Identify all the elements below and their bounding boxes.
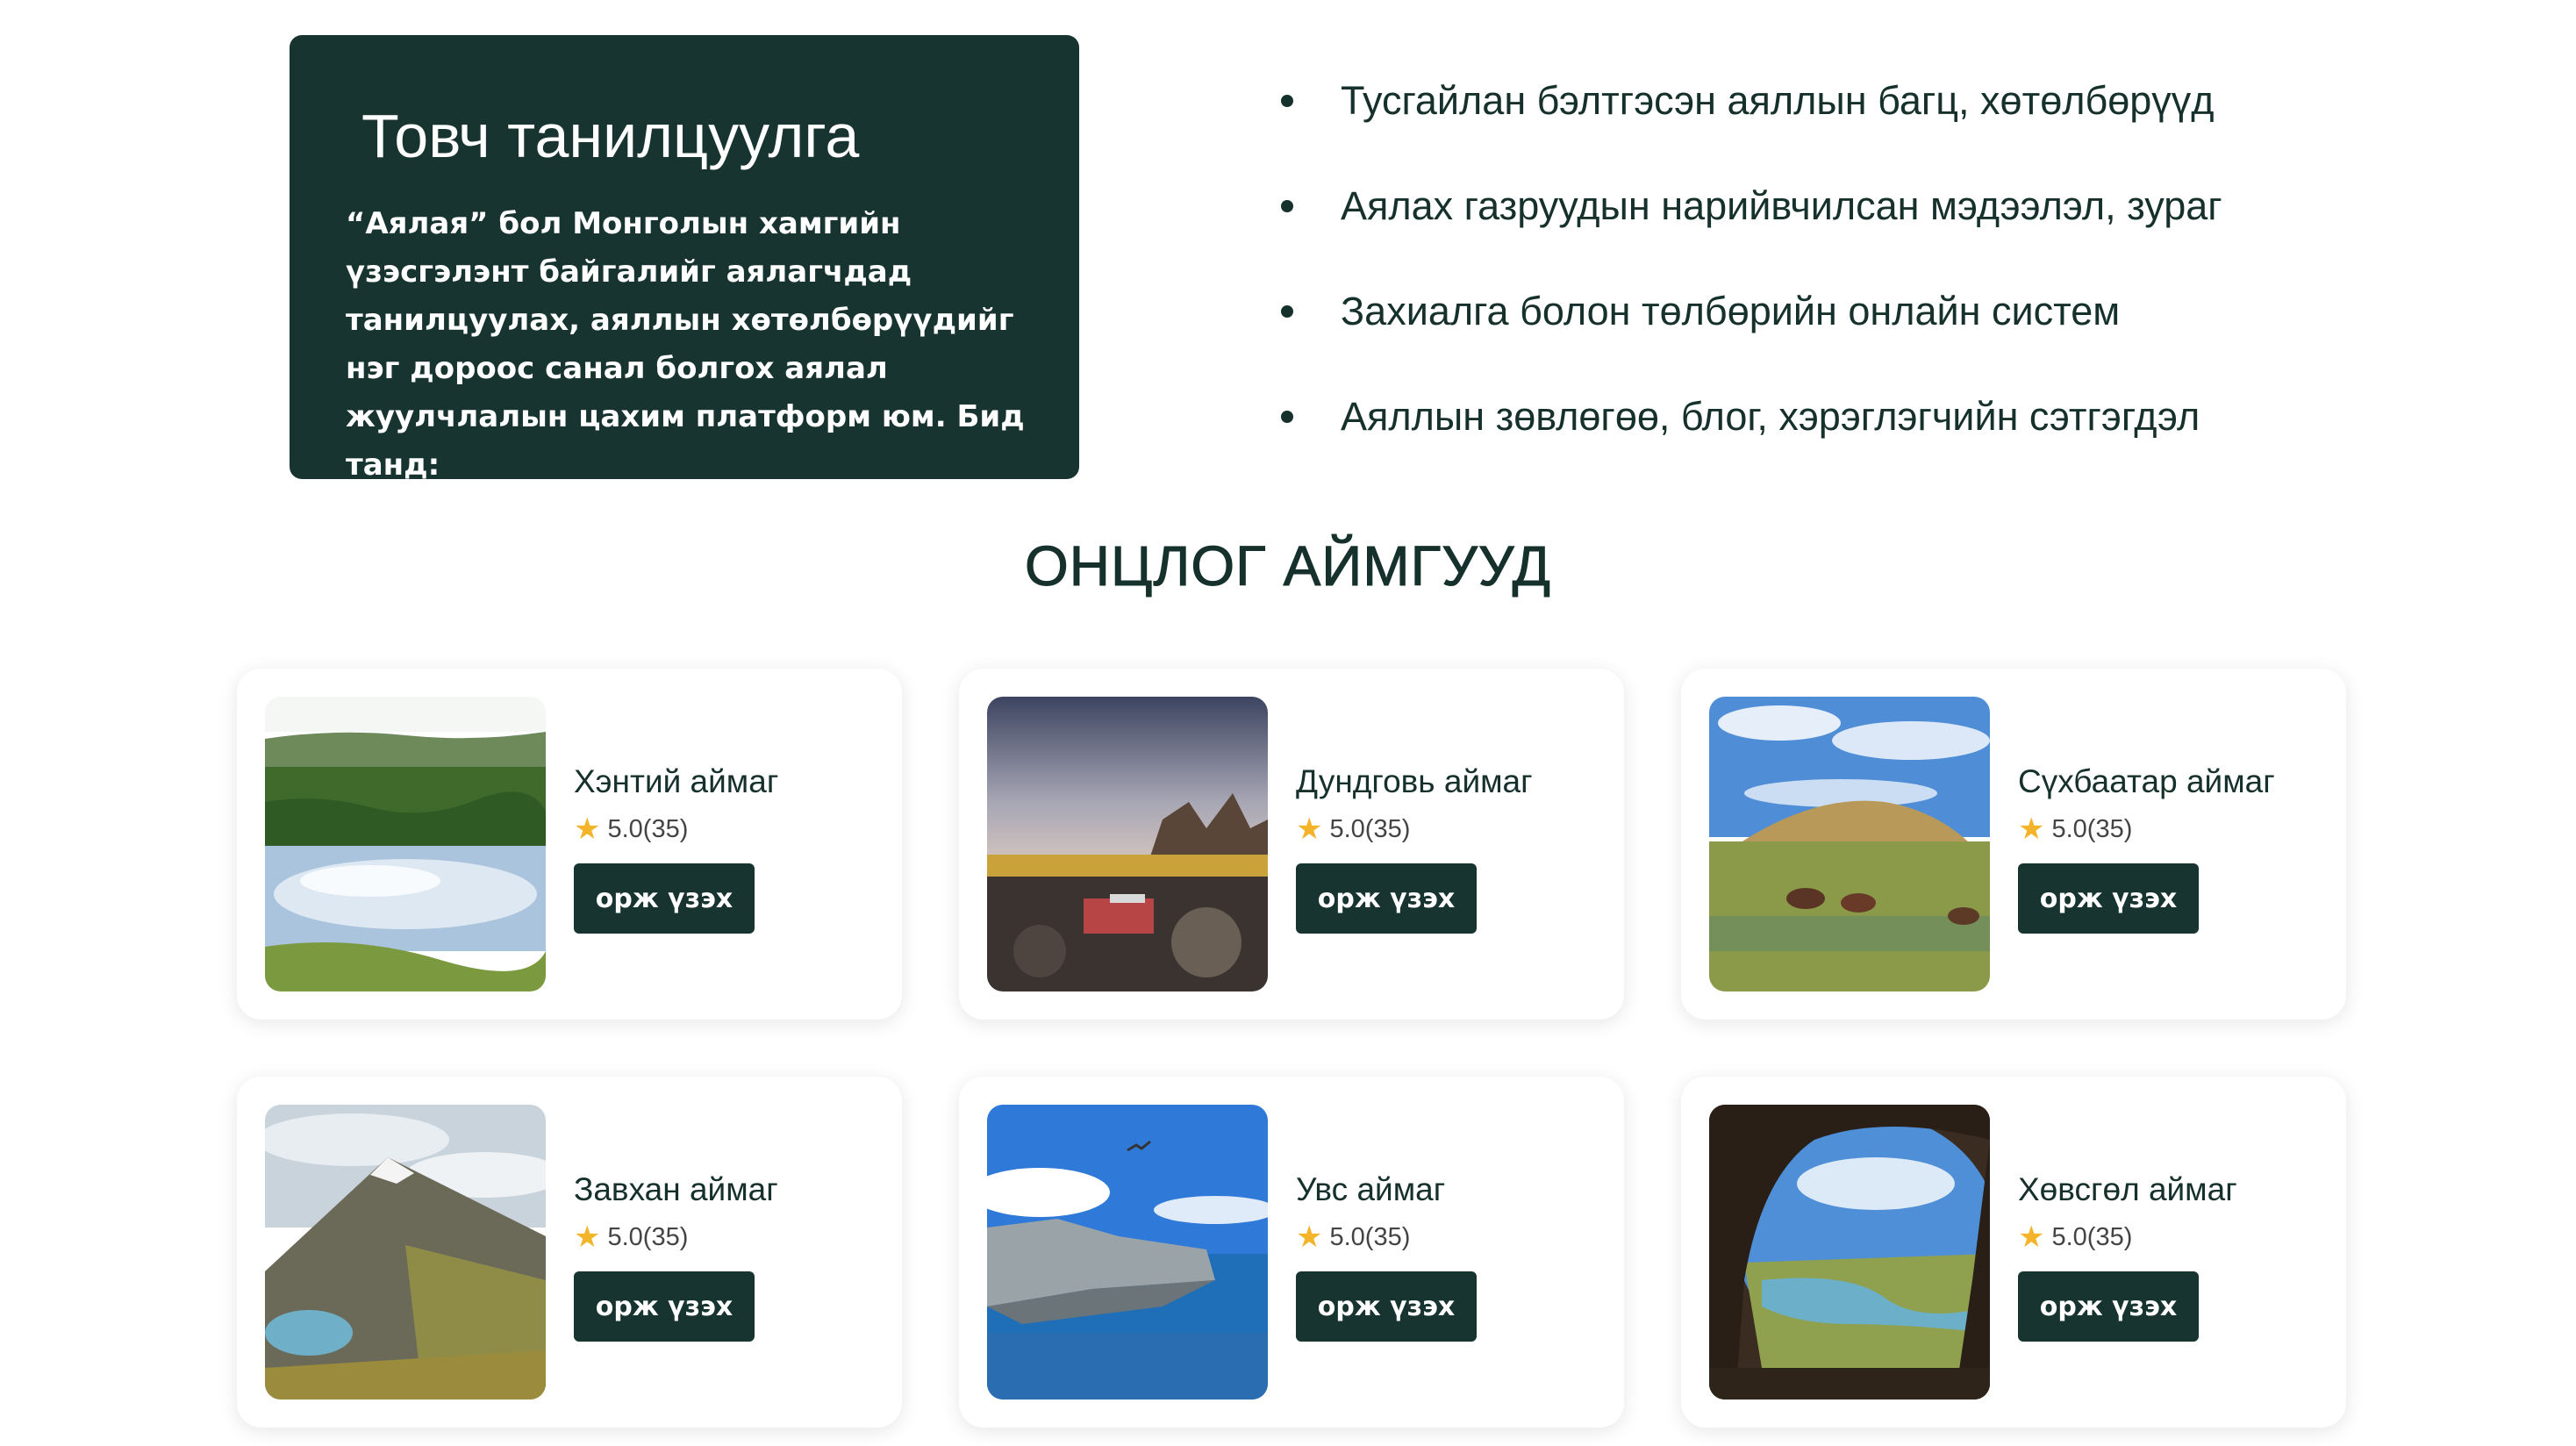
star-icon: ★ — [1296, 812, 1323, 846]
rating-value: 5.0(35) — [2051, 1222, 2133, 1251]
snow-mountain-photo[interactable] — [265, 1105, 546, 1399]
feature-list: Тусгайлан бэлтгэсэн аяллын багц, хөтөлбө… — [1263, 70, 2222, 491]
bullet-icon — [1281, 305, 1293, 318]
rating-value: 5.0(35) — [1329, 1222, 1411, 1251]
province-name: Завхан аймаг — [574, 1171, 778, 1207]
province-card-zavkhan: Завхан аймаг ★ 5.0(35) орж үзэх — [237, 1077, 902, 1428]
province-card-khentii: Хэнтий аймаг ★ 5.0(35) орж үзэх — [237, 669, 902, 1020]
intro-title: Товч танилцуулга — [361, 102, 860, 170]
star-icon: ★ — [1296, 1221, 1323, 1254]
view-button[interactable]: орж үзэх — [574, 1271, 755, 1342]
bullet-icon — [1281, 411, 1293, 423]
feature-item: Аялах газруудын нарийвчилсан мэдээлэл, з… — [1263, 175, 2222, 281]
lake-forest-photo[interactable] — [265, 697, 546, 991]
view-button[interactable]: орж үзэх — [574, 863, 755, 934]
star-icon: ★ — [2018, 812, 2045, 846]
province-name: Дундговь аймаг — [1296, 763, 1533, 799]
intro-card: Товч танилцуулга “Аялая” бол Монголын ха… — [290, 35, 1079, 483]
star-icon: ★ — [2018, 1221, 2045, 1254]
province-card-dundgovi: Дундговь аймаг ★ 5.0(35) орж үзэх — [959, 669, 1624, 1020]
steppe-horses-photo[interactable] — [1709, 697, 1990, 991]
rating: ★ 5.0(35) — [1296, 814, 1410, 844]
festival-rocks-photo[interactable] — [987, 697, 1268, 991]
rating: ★ 5.0(35) — [574, 814, 688, 844]
province-card-uvs: Увс аймаг ★ 5.0(35) орж үзэх — [959, 1077, 1624, 1428]
section-title: ОНЦЛОГ АЙМГУУД — [1025, 534, 1551, 598]
province-name: Сүхбаатар аймаг — [2018, 763, 2275, 799]
rating-value: 5.0(35) — [607, 1222, 689, 1251]
rating: ★ 5.0(35) — [1296, 1222, 1410, 1252]
lake-rocks-photo[interactable] — [987, 1105, 1268, 1399]
feature-text: Тусгайлан бэлтгэсэн аяллын багц, хөтөлбө… — [1341, 78, 2215, 123]
rating: ★ 5.0(35) — [2018, 814, 2132, 844]
feature-text: Аялах газруудын нарийвчилсан мэдээлэл, з… — [1341, 183, 2222, 228]
feature-text: Аяллын зөвлөгөө, блог, хэрэглэгчийн сэтг… — [1341, 394, 2200, 439]
rating-value: 5.0(35) — [1329, 814, 1411, 843]
province-name: Хэнтий аймаг — [574, 763, 779, 799]
view-button[interactable]: орж үзэх — [1296, 1271, 1477, 1342]
feature-item: Захиалга болон төлбөрийн онлайн систем — [1263, 281, 2222, 386]
feature-text: Захиалга болон төлбөрийн онлайн систем — [1341, 289, 2121, 333]
province-grid: Хэнтий аймаг ★ 5.0(35) орж үзэх Дундговь… — [237, 669, 2346, 1428]
rating-value: 5.0(35) — [607, 814, 689, 843]
rating: ★ 5.0(35) — [574, 1222, 688, 1252]
star-icon: ★ — [574, 1221, 601, 1254]
feature-item: Аяллын зөвлөгөө, блог, хэрэглэгчийн сэтг… — [1263, 386, 2222, 491]
view-button[interactable]: орж үзэх — [2018, 1271, 2199, 1342]
bullet-icon — [1281, 95, 1293, 107]
feature-item: Тусгайлан бэлтгэсэн аяллын багц, хөтөлбө… — [1263, 70, 2222, 175]
bullet-icon — [1281, 200, 1293, 212]
province-name: Увс аймаг — [1296, 1171, 1446, 1207]
star-icon: ★ — [574, 812, 601, 846]
rating-value: 5.0(35) — [2051, 814, 2133, 843]
intro-text: “Аялая” бол Монголын хамгийн үзэсгэлэнт … — [346, 206, 1025, 483]
view-button[interactable]: орж үзэх — [2018, 863, 2199, 934]
province-card-khuvsgul: Хөвсгөл аймаг ★ 5.0(35) орж үзэх — [1681, 1077, 2346, 1428]
rating: ★ 5.0(35) — [2018, 1222, 2132, 1252]
cave-river-photo[interactable] — [1709, 1105, 1990, 1399]
province-card-sukhbaatar: Сүхбаатар аймаг ★ 5.0(35) орж үзэх — [1681, 669, 2346, 1020]
province-name: Хөвсгөл аймаг — [2018, 1171, 2237, 1207]
view-button[interactable]: орж үзэх — [1296, 863, 1477, 934]
